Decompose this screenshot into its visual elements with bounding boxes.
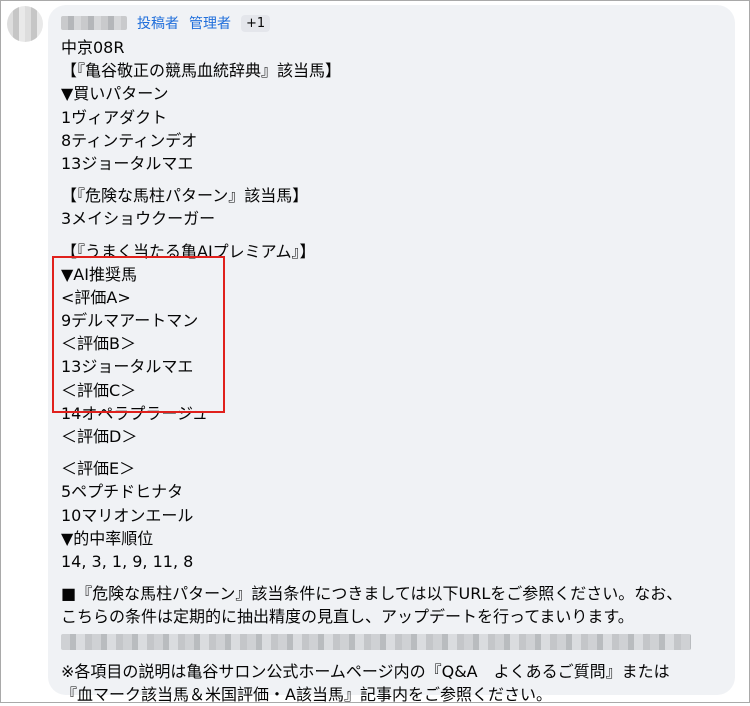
section-heading: 【『亀谷敬正の競馬血統辞典』該当馬】 [61, 61, 342, 81]
comment-header: 投稿者 管理者 +1 [61, 13, 271, 33]
avatar[interactable] [7, 6, 43, 42]
horse-entry: 5ペプチドヒナタ [61, 482, 184, 502]
horse-entry: 13ジョータルマエ [61, 357, 194, 377]
comment-body: 中京08R 【『亀谷敬正の競馬血統辞典』該当馬】 ▼買いパターン 1ヴィアダクト… [61, 36, 731, 706]
notice-line: ■『危険な馬柱パターン』該当条件につきましては以下URLをご参照ください。なお、 [61, 584, 683, 604]
horse-entry: 9デルマアートマン [61, 311, 199, 331]
rating-label: <評価A> [61, 287, 131, 307]
footnote-line: ※各項目の説明は亀谷サロン公式ホームページ内の『Q&A よくあるご質問』または [61, 662, 670, 682]
more-roles-badge[interactable]: +1 [241, 14, 271, 32]
section-heading: 【『うまく当たる亀AIプレミアム』】 [61, 241, 316, 261]
horse-entry: 1ヴィアダクト [61, 107, 168, 127]
sub-heading: ▼AI推奨馬 [61, 264, 137, 284]
hit-rate-order: 14, 3, 1, 9, 11, 8 [61, 551, 194, 571]
horse-entry: 13ジョータルマエ [61, 153, 194, 173]
block-ratings-tail: ＜評価E＞ 5ペプチドヒナタ 10マリオンエール ▼的中率順位 14, 3, 1… [61, 457, 731, 573]
role-admin-badge[interactable]: 管理者 [189, 13, 231, 33]
horse-entry: 8ティンティンデオ [61, 130, 198, 150]
rating-label: ＜評価E＞ [61, 459, 136, 479]
notice-line: こちらの条件は定期的に抽出精度の見直し、アップデートを行ってまいります。 [61, 607, 634, 627]
block-danger-pattern: 【『危険な馬柱パターン』該当馬】 3メイショウクーガー [61, 184, 731, 230]
author-name-redacted[interactable] [61, 16, 127, 30]
sub-heading: ▼的中率順位 [61, 528, 154, 548]
role-author-badge[interactable]: 投稿者 [137, 13, 179, 33]
rating-label: ＜評価C＞ [61, 380, 137, 400]
race-title: 中京08R [61, 38, 125, 57]
horse-entry: 10マリオンエール [61, 505, 194, 525]
block-ai-premium: 【『うまく当たる亀AIプレミアム』】 ▼AI推奨馬 <評価A> 9デルマアートマ… [61, 240, 731, 449]
notice-paragraph: ■『危険な馬柱パターン』該当条件につきましては以下URLをご参照ください。なお、… [61, 582, 731, 628]
redacted-url-link[interactable] [61, 634, 691, 651]
sub-heading: ▼買いパターン [61, 84, 169, 104]
rating-label: ＜評価B＞ [61, 334, 136, 354]
block-race-pedigree: 中京08R 【『亀谷敬正の競馬血統辞典』該当馬】 ▼買いパターン 1ヴィアダクト… [61, 36, 731, 175]
section-heading: 【『危険な馬柱パターン』該当馬】 [61, 186, 309, 206]
footnote-paragraph: ※各項目の説明は亀谷サロン公式ホームページ内の『Q&A よくあるご質問』または … [61, 660, 731, 706]
horse-entry: 14オペラプラージュ [61, 403, 208, 423]
horse-entry: 3メイショウクーガー [61, 209, 216, 229]
rating-label: ＜評価D＞ [61, 427, 138, 446]
